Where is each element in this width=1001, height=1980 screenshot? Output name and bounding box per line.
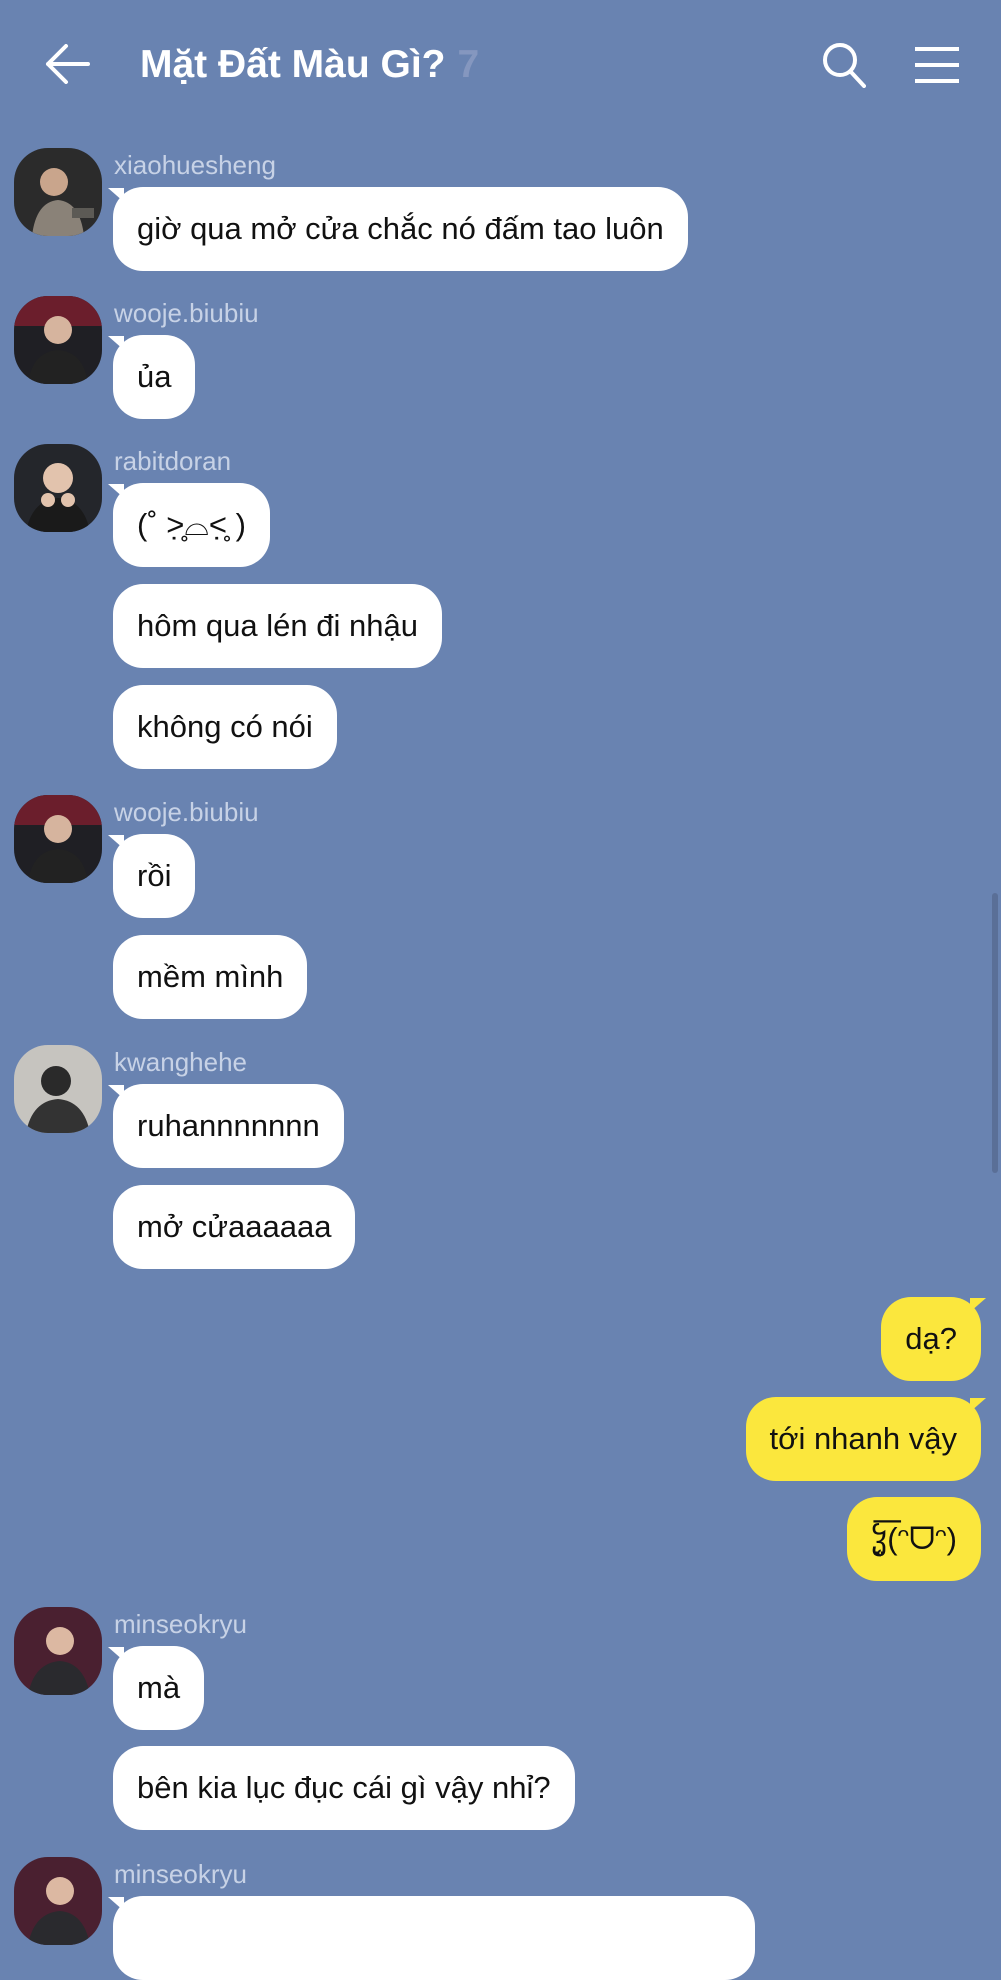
- chat-header: Mặt Đất Màu Gì? 7: [0, 0, 1001, 130]
- arrow-left-icon[interactable]: [44, 44, 90, 84]
- message-bubble[interactable]: bên kia lục đục cái gì vậy nhỉ?: [113, 1746, 575, 1830]
- message-bubble[interactable]: rồi: [113, 834, 196, 918]
- sender-username: rabitdoran: [114, 446, 232, 476]
- hamburger-menu-icon[interactable]: [914, 46, 960, 84]
- search-icon[interactable]: [822, 42, 866, 88]
- avatar[interactable]: [14, 1857, 102, 1945]
- message-bubble[interactable]: ruhannnnnnn: [113, 1084, 344, 1168]
- message-bubble[interactable]: mà: [113, 1646, 205, 1730]
- sender-username: xiaohuesheng: [114, 150, 276, 180]
- message-bubble[interactable]: tới nhanh vậy: [745, 1397, 981, 1481]
- message-bubble[interactable]: (˚ ˃̣̣̥⌓˂̣̣̥ ): [113, 483, 270, 567]
- message-bubble-partial[interactable]: [113, 1896, 755, 1980]
- message-bubble[interactable]: mở cửaaaaaa: [113, 1185, 356, 1269]
- message-bubble[interactable]: mềm mình: [113, 935, 308, 1019]
- sender-username: kwanghehe: [114, 1047, 247, 1077]
- chat-title: Mặt Đất Màu Gì? 7: [140, 40, 479, 90]
- avatar[interactable]: [14, 148, 102, 236]
- avatar[interactable]: [14, 296, 102, 384]
- message-bubble[interactable]: giờ qua mở cửa chắc nó đấm tao luôn: [113, 187, 688, 271]
- message-bubble[interactable]: dạ?: [881, 1297, 981, 1381]
- member-count: 7: [457, 43, 480, 86]
- chat-title-text: Mặt Đất Màu Gì?: [140, 43, 446, 86]
- sender-username: minseokryu: [114, 1609, 247, 1639]
- avatar[interactable]: [14, 795, 102, 883]
- sender-username: minseokryu: [114, 1859, 247, 1889]
- avatar[interactable]: [14, 444, 102, 532]
- scrollbar[interactable]: [992, 893, 998, 1173]
- message-bubble[interactable]: hôm qua lén đi nhậu: [113, 584, 442, 668]
- avatar[interactable]: [14, 1045, 102, 1133]
- message-bubble[interactable]: ủa: [113, 335, 196, 419]
- sender-username: wooje.biubiu: [114, 298, 259, 328]
- message-bubble[interactable]: ჴ̜̤͞(ᵔᗜᵔ): [847, 1497, 981, 1581]
- sender-username: wooje.biubiu: [114, 797, 259, 827]
- message-bubble[interactable]: không có nói: [113, 685, 337, 769]
- avatar[interactable]: [14, 1607, 102, 1695]
